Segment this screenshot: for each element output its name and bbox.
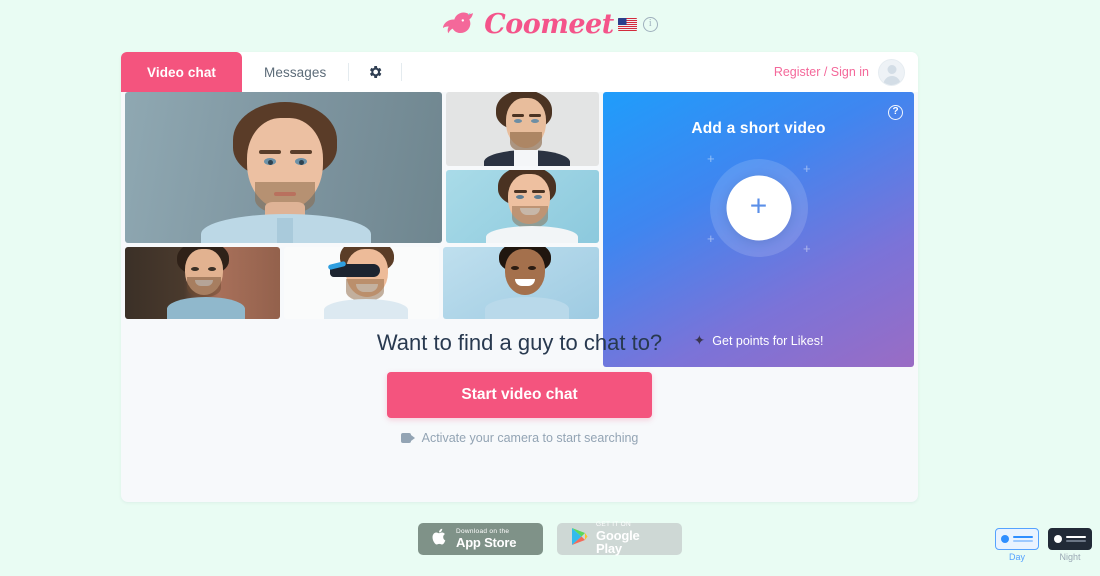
site-header: Coomeet i xyxy=(0,0,1100,48)
day-theme-chip xyxy=(995,528,1039,550)
add-video-title: Add a short video xyxy=(691,120,826,137)
brand-name: Coomeet xyxy=(484,8,614,40)
page-title: Want to find a guy to chat to? xyxy=(376,330,663,355)
avatar[interactable] xyxy=(878,58,905,86)
register-signin-link[interactable]: Register / Sign in xyxy=(774,65,869,79)
page-root: Coomeet i Video chat Messages Register /… xyxy=(0,0,1100,576)
google-play-icon xyxy=(571,527,588,551)
photo-top-right-2[interactable] xyxy=(446,170,599,243)
night-theme-chip xyxy=(1048,528,1092,550)
photo-bottom-3[interactable] xyxy=(443,247,599,319)
brand-logo[interactable]: Coomeet xyxy=(442,8,614,40)
theme-switcher: Day Night xyxy=(995,528,1092,562)
gallery-right-stack xyxy=(446,92,599,243)
plus-icon: + xyxy=(749,189,768,223)
night-chip-lines xyxy=(1066,536,1086,542)
day-chip-lines xyxy=(1013,536,1033,542)
store-badges: Download on the App Store GET IT ON Goog… xyxy=(0,521,1100,557)
day-theme-label: Day xyxy=(1008,552,1025,562)
start-video-chat-button[interactable]: Start video chat xyxy=(387,372,652,418)
question-mark-icon[interactable]: ? xyxy=(888,105,903,120)
google-play-badge[interactable]: GET IT ON Google Play xyxy=(557,521,682,557)
info-icon[interactable]: i xyxy=(642,16,658,32)
google-play-big-label: Google Play xyxy=(596,527,640,557)
gallery-bottom-row xyxy=(125,247,599,319)
photo-gallery: ? Add a short video + + + + + ✦ Get poin… xyxy=(125,92,914,367)
video-camera-icon xyxy=(400,433,415,443)
tab-bar: Video chat Messages Register / Sign in xyxy=(121,52,918,92)
night-theme-label: Night xyxy=(1059,552,1081,562)
photo-bottom-1[interactable] xyxy=(125,247,280,319)
settings-button[interactable] xyxy=(349,52,401,92)
day-chip-dot xyxy=(1001,535,1009,543)
theme-option-night[interactable]: Night xyxy=(1048,528,1092,562)
app-store-big-label: App Store xyxy=(456,534,517,550)
account-area: Register / Sign in xyxy=(774,52,918,92)
camera-note-label: Activate your camera to start searching xyxy=(421,431,639,445)
gallery-left-column xyxy=(125,92,599,367)
tab-divider-2 xyxy=(401,63,403,81)
sparkle-decoration-1: + xyxy=(707,151,715,166)
google-play-text: GET IT ON Google Play xyxy=(596,521,668,557)
sparkle-decoration-4: + xyxy=(803,241,811,256)
sparkle-decoration-2: + xyxy=(803,161,811,176)
us-flag-icon[interactable] xyxy=(617,17,637,31)
apple-logo-icon xyxy=(432,527,448,550)
app-store-text: Download on the App Store xyxy=(456,528,517,550)
night-chip-dot xyxy=(1054,535,1062,543)
app-card: Video chat Messages Register / Sign in ?… xyxy=(121,52,918,502)
bird-icon xyxy=(443,12,474,34)
add-short-video-panel[interactable]: ? Add a short video + + + + + ✦ Get poin… xyxy=(603,92,914,367)
sparkle-decoration-3: + xyxy=(707,231,715,246)
tab-video-chat[interactable]: Video chat xyxy=(121,52,243,92)
app-store-badge[interactable]: Download on the App Store xyxy=(418,523,543,555)
add-video-button[interactable]: + xyxy=(726,175,791,241)
tab-messages[interactable]: Messages xyxy=(242,52,348,92)
camera-note: Activate your camera to start searching xyxy=(121,431,918,445)
photo-top-right-1[interactable] xyxy=(446,92,599,166)
photo-bottom-2[interactable] xyxy=(284,247,439,319)
theme-option-day[interactable]: Day xyxy=(995,528,1039,562)
photo-main[interactable] xyxy=(125,92,442,243)
gallery-top-row xyxy=(125,92,599,243)
gear-icon xyxy=(370,66,382,78)
